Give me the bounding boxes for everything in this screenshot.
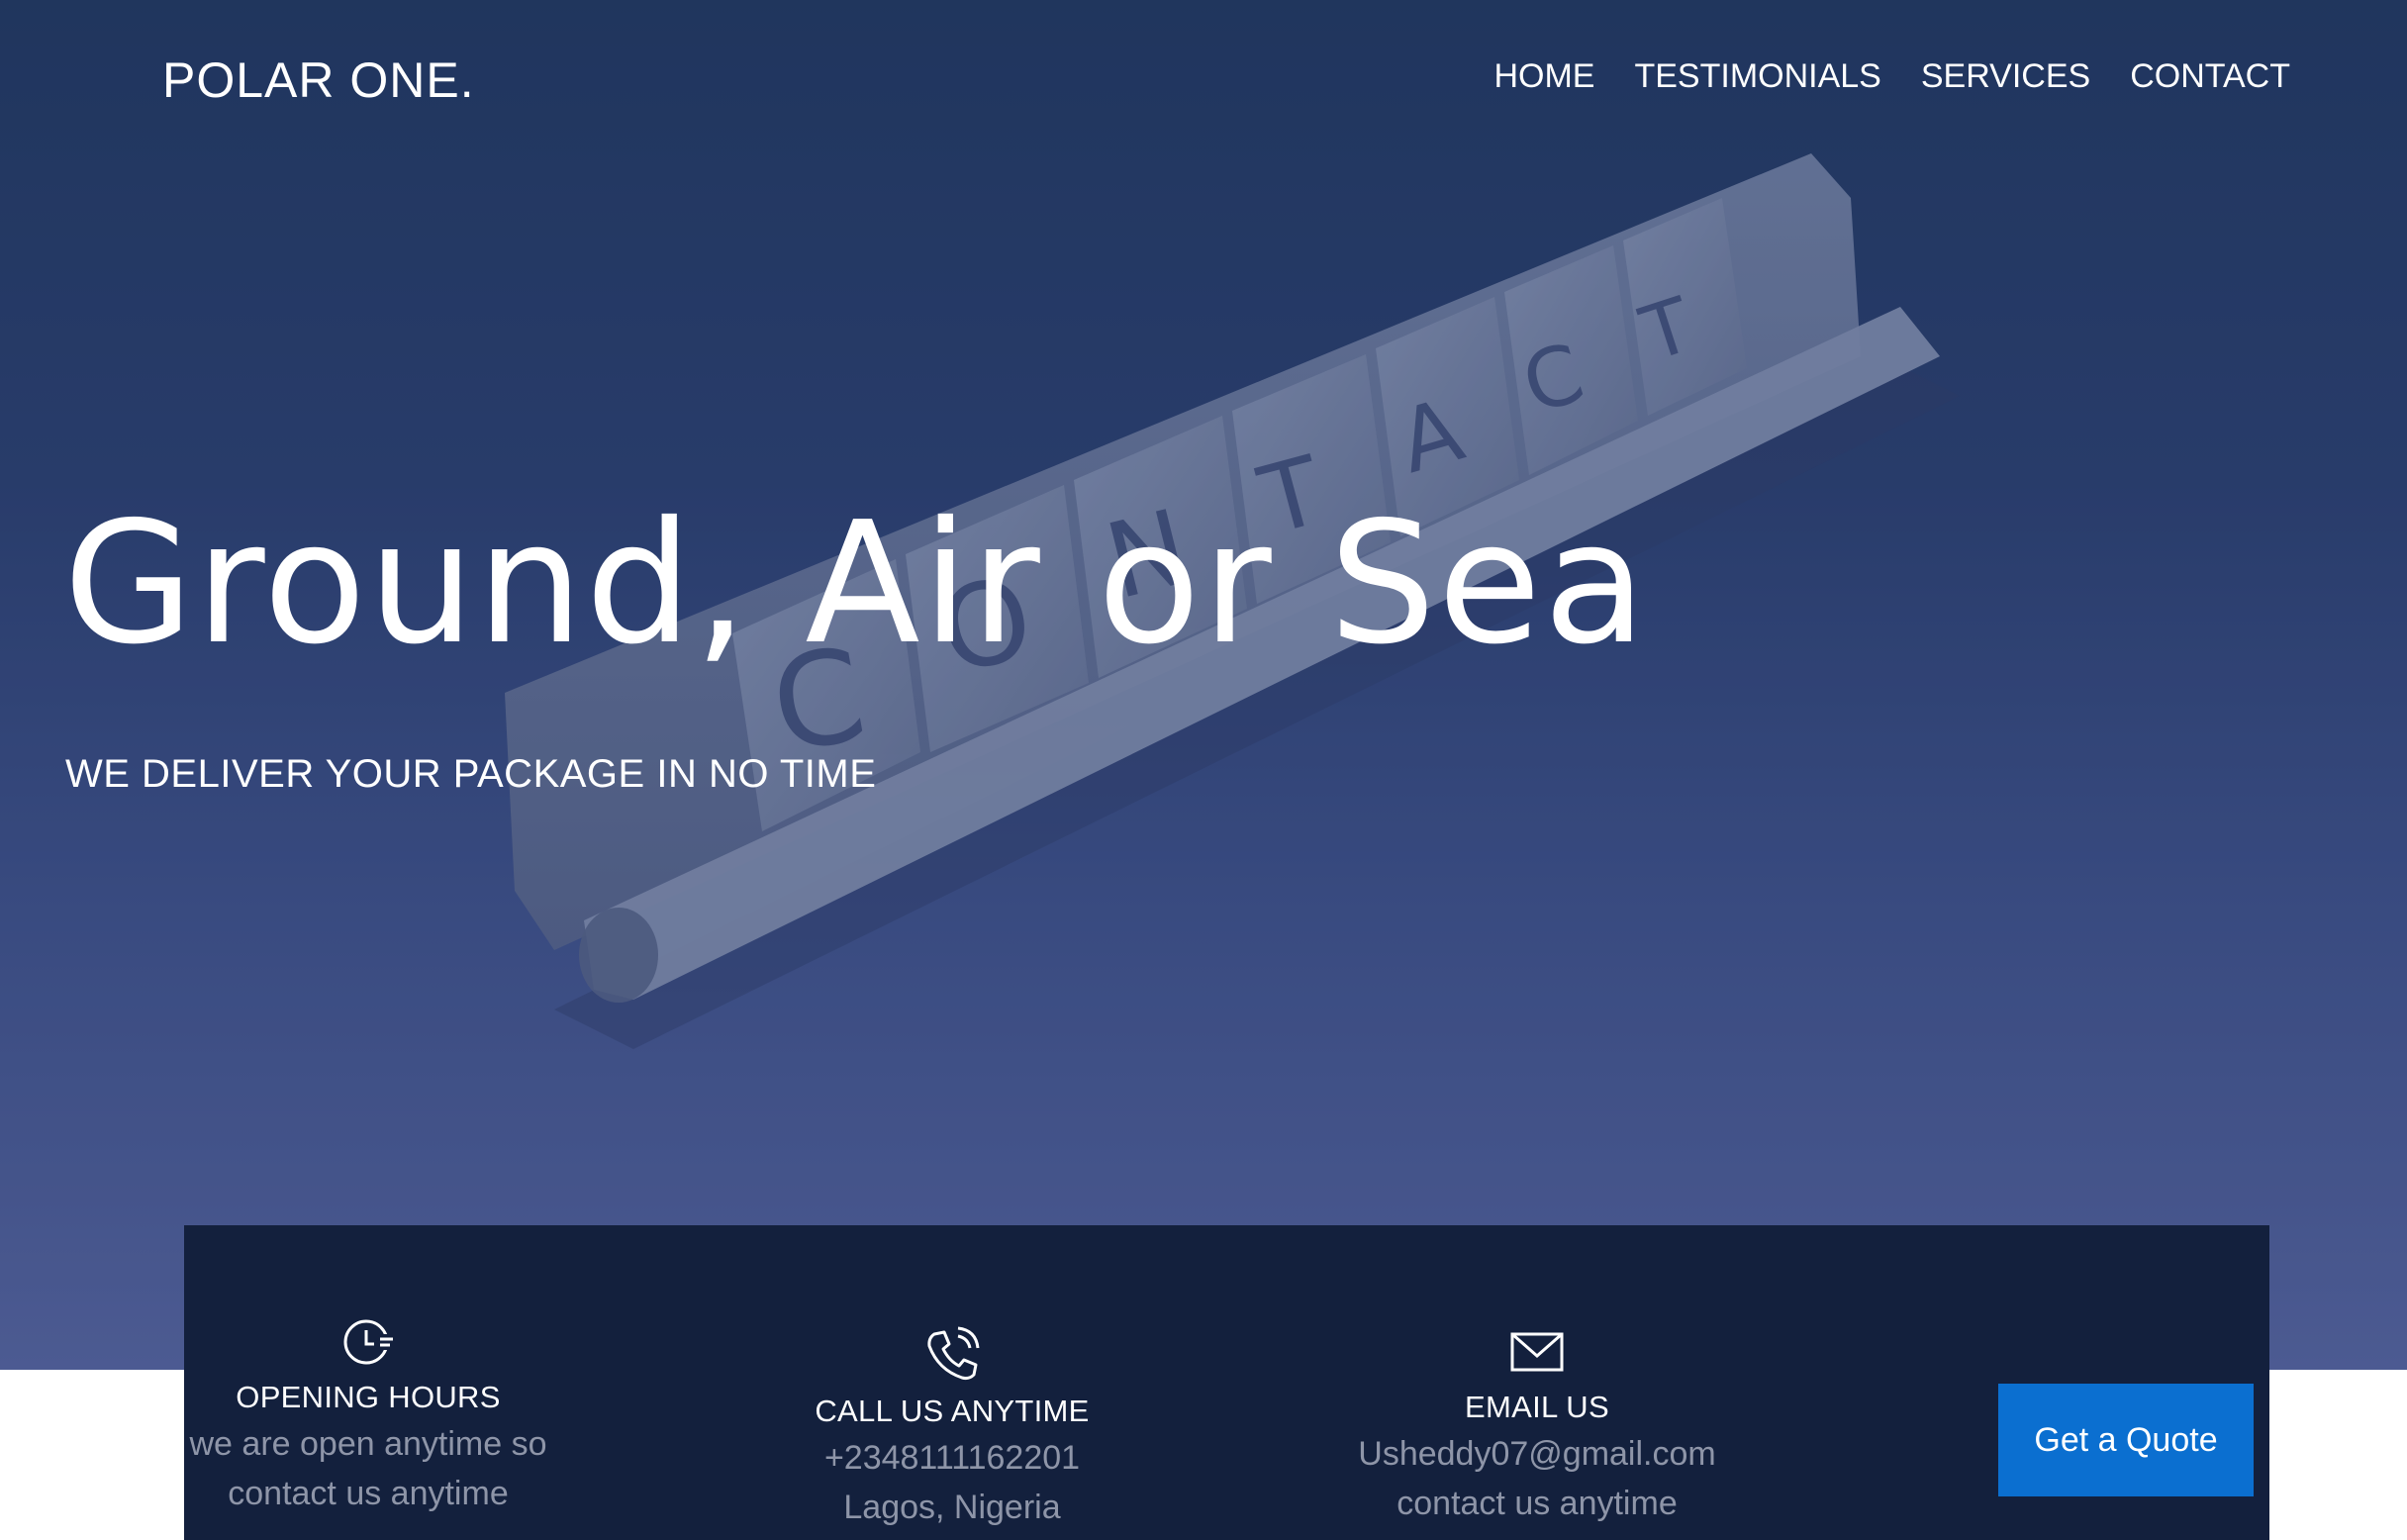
nav-contact-link[interactable]: CONTACT xyxy=(2130,57,2290,96)
nav-testimonials-link[interactable]: TESTIMONIALS xyxy=(1634,57,1880,96)
hero-subtitle: WE DELIVER YOUR PACKAGE IN NO TIME xyxy=(65,752,877,796)
brand-logo[interactable]: POLAR ONE. xyxy=(162,51,475,109)
opening-hours-title: OPENING HOURS xyxy=(236,1380,501,1414)
call-us-block: CALL US ANYTIME +2348111162201 Lagos, Ni… xyxy=(675,1324,1229,1532)
email-us-note: contact us anytime xyxy=(1396,1485,1678,1522)
top-navbar: POLAR ONE. HOME TESTIMONIALS SERVICES CO… xyxy=(0,0,2407,168)
email-us-block: EMAIL US Usheddy07@gmail.com contact us … xyxy=(1260,1330,1814,1528)
opening-hours-line1: we are open anytime so xyxy=(189,1425,547,1463)
call-us-phone[interactable]: +2348111162201 xyxy=(675,1433,1229,1483)
hero-background-photo: C O N T A C T xyxy=(0,0,2407,1370)
opening-hours-block: OPENING HOURS we are open anytime so con… xyxy=(91,1314,645,1518)
phone-icon xyxy=(927,1326,980,1381)
get-quote-button[interactable]: Get a Quote xyxy=(1998,1384,2254,1496)
nav-home-link[interactable]: HOME xyxy=(1493,57,1594,96)
hero-section: C O N T A C T POLAR ONE. HOME TESTIMONIA… xyxy=(0,0,2407,1370)
email-us-title: EMAIL US xyxy=(1465,1390,1609,1424)
main-nav: HOME TESTIMONIALS SERVICES CONTACT xyxy=(1493,57,2290,96)
nav-services-link[interactable]: SERVICES xyxy=(1921,57,2090,96)
mail-icon xyxy=(1510,1332,1564,1372)
contact-info-bar: OPENING HOURS we are open anytime so con… xyxy=(184,1225,2269,1540)
clock-icon xyxy=(343,1319,394,1365)
call-us-title: CALL US ANYTIME xyxy=(815,1394,1090,1428)
opening-hours-line2: contact us anytime xyxy=(228,1475,509,1512)
email-us-address[interactable]: Usheddy07@gmail.com xyxy=(1260,1429,1814,1479)
call-us-location: Lagos, Nigeria xyxy=(843,1489,1061,1526)
hero-title: Ground, Air or Sea xyxy=(63,486,1649,682)
